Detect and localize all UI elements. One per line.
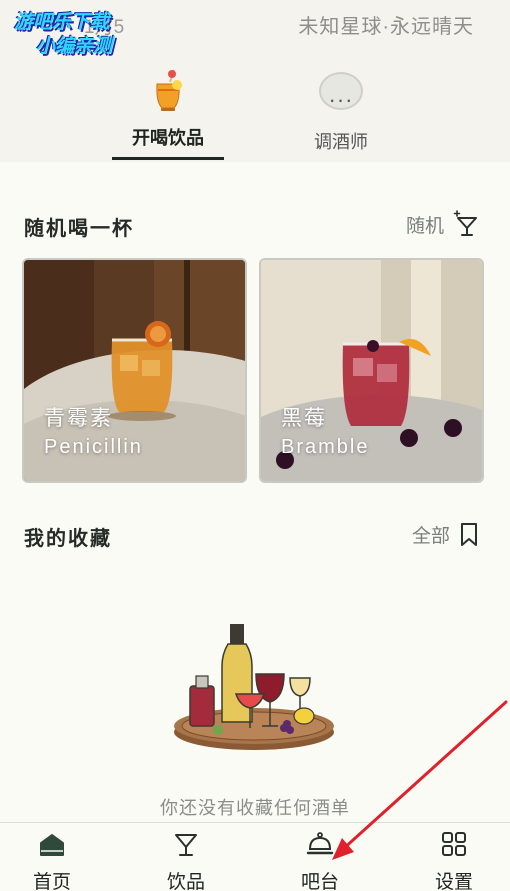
drink-name-cn: 青霉素 — [44, 407, 113, 430]
cocktail-emoji-icon — [103, 68, 233, 118]
top-header: 1月5 未知星球·永远晴天 游吧乐下载 小编亲测 开喝饮品 调酒师 — [0, 0, 510, 162]
nav-settings[interactable]: 设置 — [399, 829, 509, 891]
nav-bar-label: 吧台 — [300, 872, 339, 891]
random-button[interactable]: 随机 — [406, 210, 480, 238]
tab-drinks[interactable]: 开喝饮品 — [103, 68, 233, 150]
service-bell-icon — [306, 832, 334, 855]
random-section-title: 随机喝一杯 — [24, 218, 134, 240]
active-tab-indicator — [112, 157, 224, 160]
weather-text: 未知星球·永远晴天 — [298, 16, 474, 38]
empty-favorites-text: 你还没有收藏任何酒单 — [160, 798, 350, 818]
favorites-all-button[interactable]: 全部 — [412, 521, 480, 548]
nav-home[interactable]: 首页 — [0, 829, 107, 891]
nav-home-label: 首页 — [32, 872, 71, 891]
tab-drinks-label: 开喝饮品 — [132, 128, 204, 148]
empty-favorites-illustration — [174, 624, 334, 750]
watermark-logo: 游吧乐下载 小编亲测 — [14, 10, 112, 58]
speech-bubble-icon — [276, 72, 406, 124]
cocktail-glass-sparkle-icon — [453, 210, 477, 236]
drink-card-bramble[interactable]: 黑莓 Bramble — [259, 258, 484, 483]
bookmark-icon — [461, 522, 477, 546]
nav-drinks-label: 饮品 — [166, 872, 205, 891]
tab-bartender[interactable]: 调酒师 — [276, 68, 406, 154]
random-button-label: 随机 — [405, 215, 444, 237]
nav-bar-counter[interactable]: 吧台 — [265, 829, 375, 891]
drink-card-penicillin[interactable]: 青霉素 Penicillin — [22, 258, 247, 483]
bottom-navigation: 首页 饮品 吧台 设置 — [0, 822, 510, 891]
drink-name-en: Penicillin — [44, 436, 143, 458]
nav-drinks[interactable]: 饮品 — [131, 829, 241, 891]
watermark-line2: 小编亲测 — [36, 35, 113, 57]
drink-name-cn: 黑莓 — [281, 407, 327, 430]
favorites-all-label: 全部 — [411, 526, 450, 547]
grid-icon — [442, 832, 466, 856]
favorites-section-title: 我的收藏 — [24, 528, 112, 550]
nav-settings-label: 设置 — [434, 872, 473, 891]
home-icon — [40, 834, 64, 856]
drink-name-en: Bramble — [281, 436, 370, 458]
cocktail-glass-icon — [175, 834, 197, 856]
tab-bartender-label: 调酒师 — [314, 132, 368, 152]
watermark-line1: 游吧乐下载 — [14, 11, 110, 33]
